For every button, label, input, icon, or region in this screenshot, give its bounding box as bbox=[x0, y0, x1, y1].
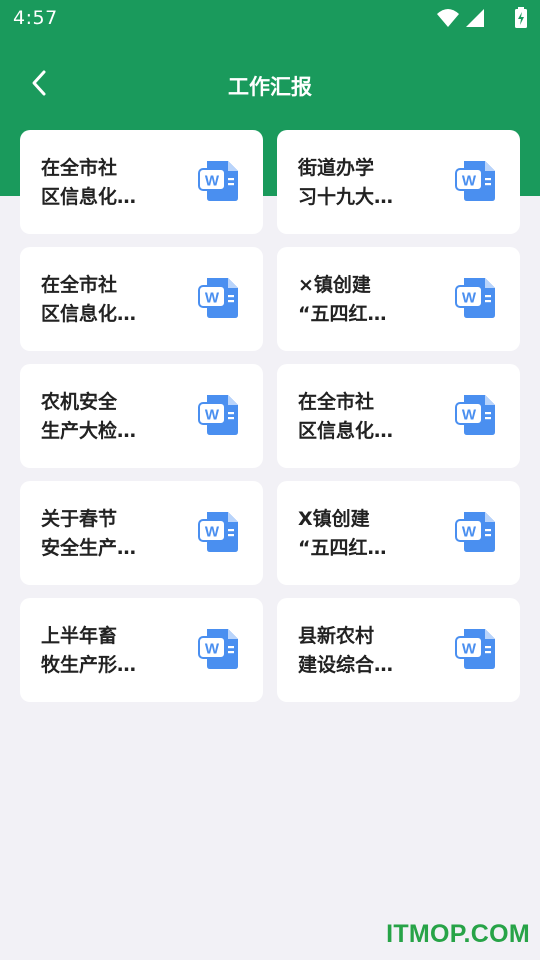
document-title-line: 在全市社 bbox=[298, 391, 375, 413]
word-document-icon: W bbox=[455, 277, 497, 319]
document-card[interactable]: X镇创建 “五四红… W bbox=[277, 481, 520, 585]
word-document-icon: W bbox=[198, 277, 240, 319]
word-glyph: W bbox=[462, 407, 477, 424]
top-app-bar: 工作汇报 bbox=[0, 56, 540, 116]
word-document-icon: W bbox=[455, 628, 497, 670]
document-title: 在全市社区信息化… bbox=[41, 154, 161, 212]
document-title-line: 建设综合… bbox=[298, 654, 394, 676]
word-glyph: W bbox=[462, 290, 477, 307]
document-title-line: 在全市社 bbox=[41, 157, 118, 179]
document-title: 农机安全生产大检… bbox=[41, 388, 161, 446]
document-title-line: 牧生产形… bbox=[41, 654, 137, 676]
document-title-line: 习十九大… bbox=[298, 186, 394, 208]
word-document-icon: W bbox=[455, 394, 497, 436]
document-title-line: 关于春节 bbox=[41, 508, 118, 530]
document-title-line: 生产大检… bbox=[41, 420, 137, 442]
document-title-line: 街道办学 bbox=[298, 157, 375, 179]
word-glyph: W bbox=[205, 641, 220, 658]
document-title-line: 区信息化… bbox=[298, 420, 394, 442]
document-title-line: 农机安全 bbox=[41, 391, 118, 413]
document-title: 关于春节安全生产… bbox=[41, 505, 161, 563]
document-card[interactable]: 街道办学习十九大… W bbox=[277, 130, 520, 234]
document-title-line: 安全生产… bbox=[41, 537, 137, 559]
document-title-line: “五四红… bbox=[298, 537, 387, 559]
document-title-line: 县新农村 bbox=[298, 625, 375, 647]
document-card[interactable]: 农机安全生产大检… W bbox=[20, 364, 263, 468]
word-glyph: W bbox=[462, 173, 477, 190]
word-document-icon: W bbox=[198, 628, 240, 670]
word-glyph: W bbox=[462, 524, 477, 541]
document-title-line: “五四红… bbox=[298, 303, 387, 325]
word-document-icon: W bbox=[455, 511, 497, 553]
document-title: 街道办学习十九大… bbox=[298, 154, 418, 212]
document-title-line: 上半年畜 bbox=[41, 625, 118, 647]
document-title-line: 区信息化… bbox=[41, 186, 137, 208]
word-document-icon: W bbox=[455, 160, 497, 202]
document-card[interactable]: 关于春节安全生产… W bbox=[20, 481, 263, 585]
document-card[interactable]: 在全市社区信息化… W bbox=[20, 247, 263, 351]
word-glyph: W bbox=[205, 173, 220, 190]
document-grid: 在全市社 区信息化… W 街道办学 习十九大… W 在全市社 区信息化… W ×镇创建 “五四红… W… bbox=[20, 130, 520, 702]
word-document-icon: W bbox=[198, 160, 240, 202]
document-title-line: X镇创建 bbox=[298, 508, 370, 530]
document-card[interactable]: 在全市社区信息化… W bbox=[277, 364, 520, 468]
document-title-line: 在全市社 bbox=[41, 274, 118, 296]
document-title-line: ×镇创建 bbox=[298, 274, 371, 296]
document-card[interactable]: 在全市社区信息化… W bbox=[20, 130, 263, 234]
document-card[interactable]: 上半年畜牧生产形… W bbox=[20, 598, 263, 702]
wifi-icon bbox=[437, 9, 459, 27]
document-title: 在全市社区信息化… bbox=[298, 388, 418, 446]
word-glyph: W bbox=[205, 407, 220, 424]
page-title: 工作汇报 bbox=[228, 75, 312, 99]
word-document-icon: W bbox=[198, 394, 240, 436]
document-title: ×镇创建 “五四红… bbox=[298, 271, 418, 329]
word-glyph: W bbox=[205, 290, 220, 307]
document-title: X镇创建 “五四红… bbox=[298, 505, 418, 563]
document-title: 在全市社区信息化… bbox=[41, 271, 161, 329]
word-glyph: W bbox=[462, 641, 477, 658]
cellular-signal-icon bbox=[466, 9, 484, 27]
battery-charging-icon bbox=[515, 7, 527, 28]
document-title: 县新农村建设综合… bbox=[298, 622, 418, 680]
site-watermark: ITMOP.COM bbox=[386, 920, 530, 948]
word-glyph: W bbox=[205, 524, 220, 541]
document-title: 上半年畜牧生产形… bbox=[41, 622, 161, 680]
document-title-line: 区信息化… bbox=[41, 303, 137, 325]
status-bar: 4:57 bbox=[0, 0, 540, 38]
document-card[interactable]: 县新农村建设综合… W bbox=[277, 598, 520, 702]
document-card[interactable]: ×镇创建 “五四红… W bbox=[277, 247, 520, 351]
word-document-icon: W bbox=[198, 511, 240, 553]
status-time: 4:57 bbox=[13, 7, 58, 29]
